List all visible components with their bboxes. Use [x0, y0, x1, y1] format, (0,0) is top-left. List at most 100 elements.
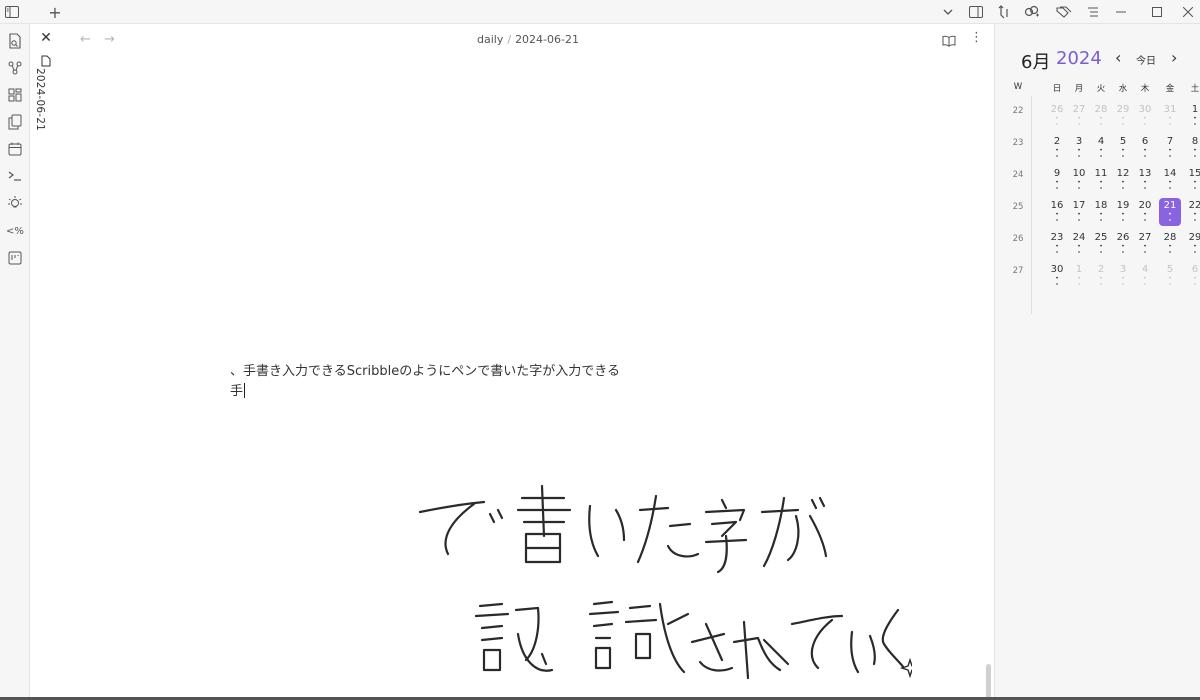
calendar-day[interactable]: 19 • ∘ [1112, 198, 1134, 226]
task-indicator-dots: ∘ [1099, 185, 1103, 192]
weekday-header: 火 [1096, 84, 1106, 94]
calendar-day[interactable]: 28 • ∘ [1090, 102, 1112, 130]
calendar-day[interactable]: 29 • ∘ [1184, 230, 1200, 258]
calendar-year: 2024 [1056, 48, 1102, 69]
task-indicator-dots: ∘ [1121, 121, 1125, 128]
calendar-day[interactable]: 26 • ∘ [1112, 230, 1134, 258]
calendar-day[interactable]: 10 • ∘ [1068, 166, 1090, 194]
breadcrumb: daily /2024-06-21 [62, 33, 994, 46]
calendar-day[interactable]: 5 • ∘ [1159, 262, 1181, 290]
calendar-today-button[interactable]: 今日 [1136, 52, 1156, 67]
calendar-day[interactable]: 12 • ∘ [1112, 166, 1134, 194]
calendar-day[interactable]: 3 • ∘ [1068, 134, 1090, 162]
calendar-day[interactable]: 31 • ∘ [1159, 102, 1181, 130]
title-bar: + [0, 0, 1200, 24]
task-indicator-dots: ∘ [1099, 217, 1103, 224]
tag-icon[interactable] [1052, 0, 1076, 24]
document-line-2-text: 手 [230, 384, 244, 399]
calendar-day[interactable]: 22 • ∘ [1184, 198, 1200, 226]
task-indicator-dots: ∘ [1077, 185, 1081, 192]
scrollbar[interactable] [986, 664, 991, 700]
calendar-day[interactable]: 15 • ∘ [1184, 166, 1200, 194]
template-icon[interactable]: <% [2, 220, 28, 242]
task-indicator-dots: ∘ [1168, 217, 1172, 224]
maximize-icon[interactable] [1145, 0, 1169, 24]
canvas-icon[interactable] [2, 84, 28, 106]
calendar-day[interactable]: 7 • ∘ [1159, 134, 1181, 162]
graph-view-icon[interactable] [2, 57, 28, 79]
task-indicator-dots: ∘ [1055, 185, 1059, 192]
breadcrumb-folder[interactable]: daily [477, 33, 503, 46]
calendar-day[interactable]: 13 • ∘ [1134, 166, 1156, 194]
calendar-prev-icon[interactable]: ‹ [1115, 48, 1121, 67]
terminal-icon[interactable] [2, 165, 28, 187]
left-ribbon: <% [0, 24, 30, 700]
calendar-month: 6月 [1021, 52, 1051, 73]
new-tab-icon[interactable]: + [43, 0, 67, 24]
bulb-icon[interactable] [2, 192, 28, 214]
copy-icon[interactable] [2, 111, 28, 133]
task-indicator-dots: ∘ [1055, 249, 1059, 256]
outline-icon[interactable] [1081, 0, 1105, 24]
calendar-day[interactable]: 9 • ∘ [1046, 166, 1068, 194]
calendar-day[interactable]: 4 • ∘ [1090, 134, 1112, 162]
task-indicator-dots: ∘ [1121, 153, 1125, 160]
more-options-icon[interactable]: ⋮ [970, 31, 983, 45]
calendar-day[interactable]: 4 • ∘ [1134, 262, 1156, 290]
calendar-icon[interactable] [2, 138, 28, 160]
calendar-day[interactable]: 27 • ∘ [1134, 230, 1156, 258]
calendar-day[interactable]: 28 • ∘ [1159, 230, 1181, 258]
calendar-day[interactable]: 18 • ∘ [1090, 198, 1112, 226]
calendar-day[interactable]: 11 • ∘ [1090, 166, 1112, 194]
tab-title[interactable]: 2024-06-21 [34, 68, 46, 131]
calendar-day[interactable]: 27 • ∘ [1068, 102, 1090, 130]
calendar-day[interactable]: 8 • ∘ [1184, 134, 1200, 162]
calendar-day[interactable]: 16 • ∘ [1046, 198, 1068, 226]
sync-icon[interactable] [992, 0, 1016, 24]
task-indicator-dots: ∘ [1099, 249, 1103, 256]
calendar-next-icon[interactable]: › [1171, 48, 1177, 67]
breadcrumb-note[interactable]: 2024-06-21 [515, 33, 579, 46]
document-line-1[interactable]: 、手書き入力できるScribbleのようにペンで書いた字が入力できる [230, 360, 620, 379]
calendar-day[interactable]: 14 • ∘ [1159, 166, 1181, 194]
kanban-icon[interactable] [2, 247, 28, 269]
sidebar-toggle-icon[interactable] [0, 0, 24, 24]
calendar-day[interactable]: 20 • ∘ [1134, 198, 1156, 226]
calendar-day[interactable]: 29 • ∘ [1112, 102, 1134, 130]
calendar-day[interactable]: 23 • ∘ [1046, 230, 1068, 258]
calendar-day[interactable]: 25 • ∘ [1090, 230, 1112, 258]
calendar-day[interactable]: 26 • ∘ [1046, 102, 1068, 130]
calendar-day-number: 22 [1188, 200, 1200, 211]
right-sidebar-icon[interactable] [964, 0, 988, 24]
weekday-header: 木 [1140, 84, 1150, 94]
calendar-day[interactable]: 2 • ∘ [1046, 134, 1068, 162]
calendar-day[interactable]: 6 • ∘ [1134, 134, 1156, 162]
calendar-day[interactable]: 21 • ∘ [1159, 198, 1181, 226]
calendar-day[interactable]: 30 • ∘ [1046, 262, 1068, 290]
calendar-day-number: 15 [1188, 168, 1200, 179]
calendar-day[interactable]: 6 • ∘ [1184, 262, 1200, 290]
task-indicator-dots: ∘ [1193, 281, 1197, 288]
document-line-2[interactable]: 手 [230, 380, 246, 399]
chevron-down-icon[interactable] [936, 0, 960, 24]
close-icon[interactable] [1176, 0, 1200, 24]
task-indicator-dots: ∘ [1193, 249, 1197, 256]
reading-mode-icon[interactable] [942, 32, 956, 51]
weekday-header: 月 [1074, 84, 1084, 94]
calendar-day[interactable]: 2 • ∘ [1090, 262, 1112, 290]
calendar-day[interactable]: 30 • ∘ [1134, 102, 1156, 130]
calendar-day[interactable]: 3 • ∘ [1112, 262, 1134, 290]
calendar-day-number: 6 [1191, 264, 1199, 275]
calendar-day-number: 1 [1191, 104, 1199, 115]
minimize-icon[interactable] [1109, 0, 1133, 24]
calendar-day[interactable]: 17 • ∘ [1068, 198, 1090, 226]
calendar-day[interactable]: 24 • ∘ [1068, 230, 1090, 258]
close-tab-icon[interactable]: ✕ [39, 31, 53, 45]
calendar-day[interactable]: 1 • ∘ [1068, 262, 1090, 290]
calendar-day[interactable]: 5 • ∘ [1112, 134, 1134, 162]
calendar-day[interactable]: 1 • ∘ [1184, 102, 1200, 130]
open-quick-switcher-icon[interactable] [2, 30, 28, 52]
weekday-header: 土 [1190, 84, 1200, 94]
sparkle-icon [899, 657, 912, 679]
link-icon[interactable] [1020, 0, 1044, 24]
